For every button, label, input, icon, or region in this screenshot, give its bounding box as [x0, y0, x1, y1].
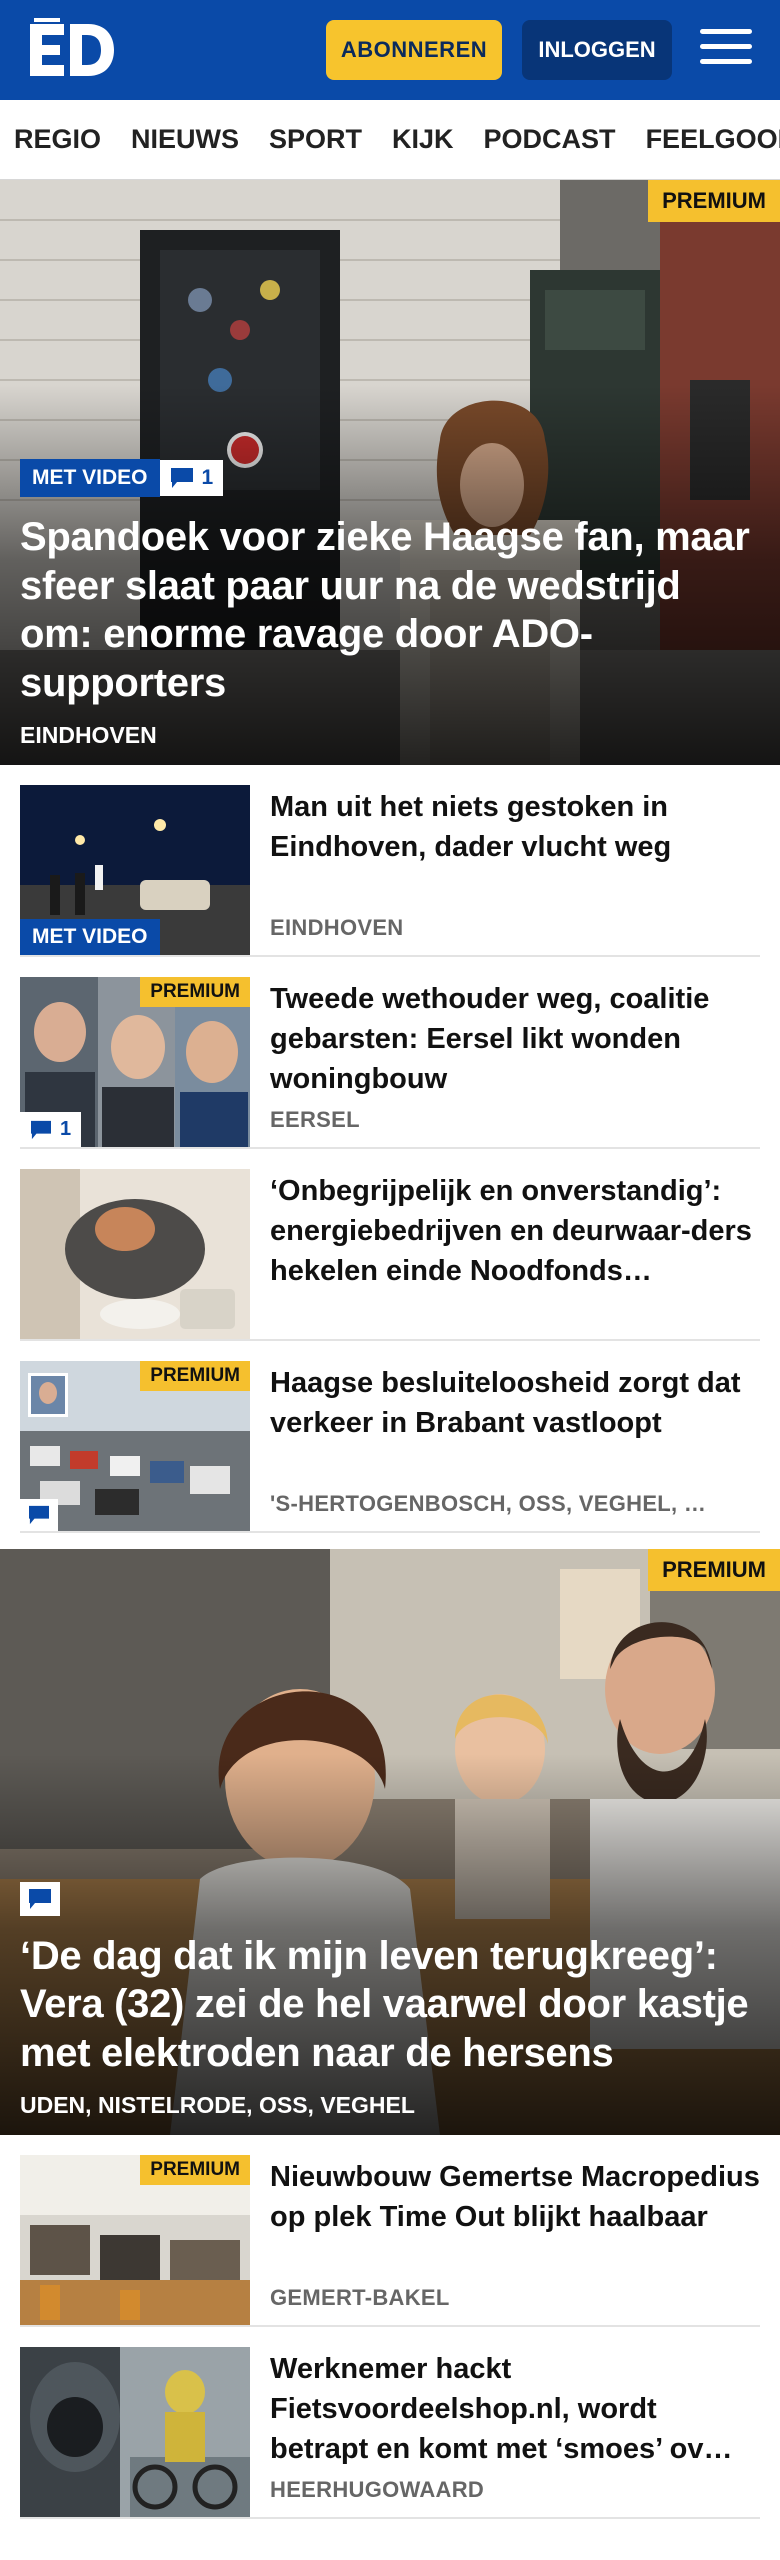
login-button[interactable]: INLOGGEN [522, 20, 672, 80]
comment-icon [29, 1888, 51, 1909]
hero-title[interactable]: Spandoek voor zieke Haagse fan, maar sfe… [20, 513, 760, 708]
article-row[interactable]: Werknemer hackt Fietsvoordeelshop.nl, wo… [20, 2327, 760, 2519]
article-title[interactable]: Nieuwbouw Gemertse Macropedius op plek T… [270, 2157, 760, 2237]
premium-badge: PREMIUM [140, 1361, 250, 1391]
nav-item-kijk[interactable]: KIJK [392, 124, 454, 155]
hero-title[interactable]: ‘De dag dat ik mijn leven terugkreeg’: V… [20, 1932, 760, 2078]
hero-article[interactable]: PREMIUM ‘De dag dat ik mijn leven terugk… [0, 1549, 780, 2135]
article-row[interactable]: PREMIUM 1 Tweede wethouder weg, coalitie… [20, 957, 760, 1149]
hero-location: UDEN, NISTELRODE, OSS, VEGHEL [20, 2092, 415, 2118]
article-title[interactable]: Haagse besluiteloosheid zorgt dat verkee… [270, 1363, 760, 1443]
article-location: EERSEL [270, 1107, 360, 1132]
video-badge: MET VIDEO [20, 919, 160, 955]
article-thumbnail: PREMIUM [20, 1361, 250, 1531]
comment-badge[interactable] [20, 1499, 58, 1531]
premium-badge: PREMIUM [140, 2155, 250, 2185]
nav-item-feelgood[interactable]: FEELGOOD [646, 124, 780, 155]
ed-logo[interactable] [28, 18, 116, 80]
video-badge: MET VIDEO [20, 458, 160, 497]
article-title[interactable]: Tweede wethouder weg, coalitie gebarsten… [270, 979, 760, 1099]
site-header: ABONNEREN INLOGGEN [0, 0, 780, 100]
premium-badge: PREMIUM [648, 180, 780, 222]
article-row[interactable]: PREMIUM Haagse besluiteloosheid zorgt da… [20, 1341, 760, 1533]
article-thumbnail [20, 1169, 250, 1339]
nav-item-regio[interactable]: REGIO [14, 124, 101, 155]
section-nav: REGIO NIEUWS SPORT KIJK PODCAST FEELGOOD [0, 100, 780, 180]
comment-count: 1 [60, 1118, 72, 1140]
nav-item-nieuws[interactable]: NIEUWS [131, 124, 239, 155]
article-title[interactable]: Werknemer hackt Fietsvoordeelshop.nl, wo… [270, 2349, 760, 2469]
article-location: HEERHUGOWAARD [270, 2477, 485, 2502]
hero-article[interactable]: PREMIUM MET VIDEO 1 Spandoek voor zieke … [0, 180, 780, 765]
comment-badge[interactable]: 1 [20, 1112, 82, 1147]
article-title[interactable]: ‘Onbegrijpelijk en onverstandig’: energi… [270, 1171, 760, 1291]
article-location: GEMERT-BAKEL [270, 2285, 450, 2310]
comment-count: 1 [201, 465, 214, 489]
comment-icon [170, 467, 193, 488]
comment-icon [29, 1505, 49, 1525]
subscribe-button[interactable]: ABONNEREN [326, 20, 502, 80]
article-title[interactable]: Man uit het niets gestoken in Eindhoven,… [270, 787, 760, 867]
article-row[interactable]: ‘Onbegrijpelijk en onverstandig’: energi… [20, 1149, 760, 1341]
hamburger-icon[interactable] [700, 22, 752, 78]
article-row[interactable]: PREMIUM Nieuwbouw Gemertse Macropedius o… [20, 2135, 760, 2327]
premium-badge: PREMIUM [648, 1549, 780, 1591]
article-location: 'S-HERTOGENBOSCH, OSS, VEGHEL, … [270, 1491, 707, 1516]
nav-item-sport[interactable]: SPORT [269, 124, 362, 155]
article-thumbnail: PREMIUM [20, 2155, 250, 2325]
article-thumbnail [20, 2347, 250, 2517]
comment-icon [31, 1120, 51, 1139]
premium-badge: PREMIUM [140, 977, 250, 1007]
hero-location: EINDHOVEN [20, 722, 157, 748]
article-thumbnail: MET VIDEO [20, 785, 250, 955]
article-location: EINDHOVEN [270, 915, 404, 940]
article-row[interactable]: MET VIDEO Man uit het niets gestoken in … [20, 765, 760, 957]
nav-item-podcast[interactable]: PODCAST [484, 124, 616, 155]
article-thumbnail: PREMIUM 1 [20, 977, 250, 1147]
comment-badge[interactable] [20, 1881, 60, 1916]
comment-badge[interactable]: 1 [159, 459, 224, 496]
